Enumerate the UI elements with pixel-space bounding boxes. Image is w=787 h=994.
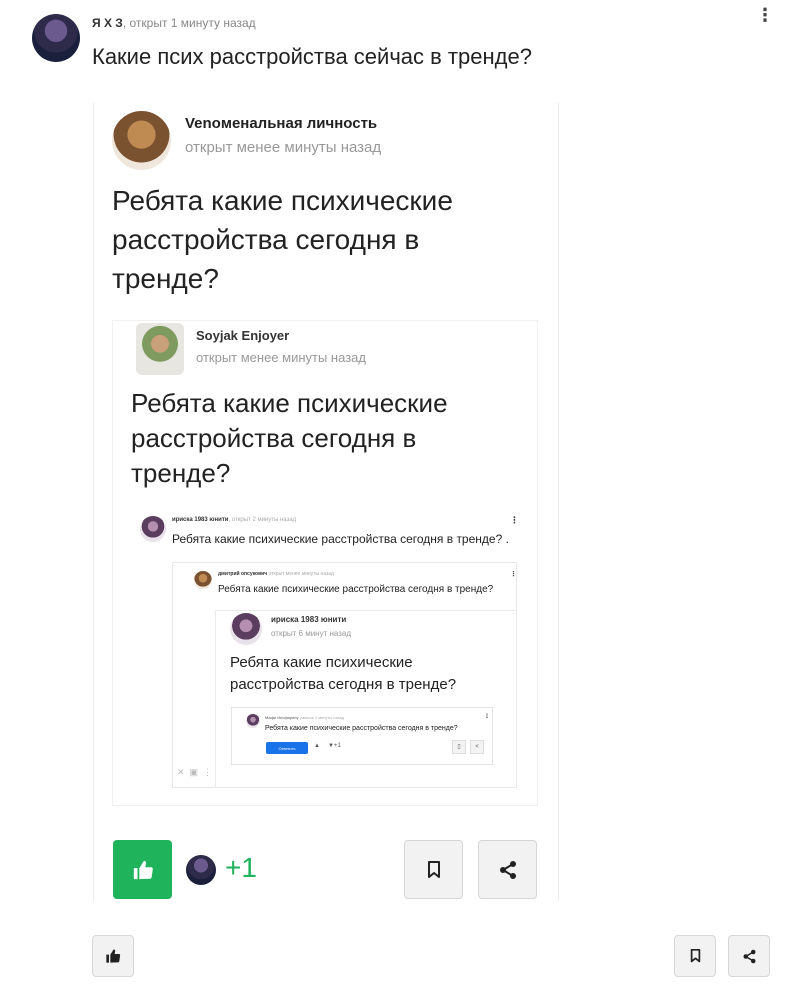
- embed6-title: Ребята какие психические расстройства се…: [265, 725, 458, 732]
- embed5-author: ириска 1983 юнити: [271, 615, 347, 624]
- embed4-title: Ребята какие психические расстройства се…: [218, 584, 494, 595]
- embed1-avatar: [112, 111, 171, 170]
- embed2-author: Soyjak Enjoyer: [196, 328, 290, 343]
- bookmark-button[interactable]: [674, 935, 716, 977]
- embed3-avatar: [140, 516, 166, 542]
- share-button[interactable]: [728, 935, 770, 977]
- embed6-avatar: [246, 714, 260, 728]
- bookmark-icon: [690, 949, 700, 963]
- embed5-title: Ребята какие психические расстройства се…: [230, 654, 457, 693]
- embed2-avatar: [136, 323, 184, 375]
- share-icon: [499, 860, 516, 879]
- thumbs-up-icon: [133, 860, 153, 879]
- embed6-more-icon: ⋮: [484, 713, 490, 720]
- embed3-author: ириска 1983 юнити: [172, 517, 229, 523]
- embed6-likes: ▼+1: [328, 743, 341, 749]
- embed3-more-icon: ⋮: [510, 516, 519, 526]
- bookmark-icon: [427, 860, 440, 878]
- embed6-time: раньше 1 минуты назад: [299, 715, 345, 720]
- post-meta-line: Я Х З, открыт 1 минуту назад: [92, 16, 256, 30]
- embed4-meta-line: дмитрий опсукович открыт менее минуты на…: [218, 571, 334, 577]
- embed2-time: открыт менее минуты назад: [196, 350, 366, 365]
- thumbs-up-icon: [106, 949, 121, 963]
- embed6-reply-label: Ответить: [278, 745, 296, 751]
- share-icon: [743, 949, 755, 963]
- author-avatar[interactable]: [32, 14, 80, 62]
- embed1-like-button: [113, 840, 172, 899]
- embed1-time: открыт менее минуты назад: [185, 139, 382, 156]
- embed6-meta-line: Мафи Инсфирелу раньше 1 минуты назад: [265, 715, 344, 720]
- embed1-liker-avatar: [186, 855, 216, 885]
- embed1-likes-count: +1: [225, 852, 257, 883]
- embed6-bookmark-icon: ▯: [452, 740, 466, 754]
- embed4-vote-icons: ✕ ▣ ⋮: [177, 767, 213, 777]
- post-time: , открыт 1 минуту назад: [122, 16, 256, 30]
- embed6-reply-button: Ответить: [266, 742, 308, 754]
- embed1-share-button: [478, 840, 537, 899]
- embed1-title: Ребята какие психические расстройства се…: [112, 185, 453, 294]
- embed3-title: Ребята какие психические расстройства се…: [172, 532, 509, 546]
- embed4-author: дмитрий опсукович: [218, 571, 268, 577]
- embed6-author: Мафи Инсфирелу: [265, 715, 299, 720]
- embed6-share-icon: <: [470, 740, 484, 754]
- embed1-bookmark-button: [404, 840, 463, 899]
- embed5-avatar: [230, 613, 262, 645]
- like-button[interactable]: [92, 935, 134, 977]
- author-name[interactable]: Я Х З: [92, 16, 123, 30]
- more-options-icon[interactable]: ⋮: [756, 7, 774, 25]
- post-title: Какие псих расстройства сейчас в тренде?: [92, 44, 532, 69]
- embed4-time: открыт менее минуты назад: [268, 571, 334, 577]
- embed4-avatar: [194, 571, 212, 589]
- embed3-meta-line: ириска 1983 юнити, открыт 2 минуты назад: [172, 517, 296, 523]
- embed3-time: , открыт 2 минуты назад: [228, 517, 297, 523]
- embed4-more-icon: ⋮: [510, 570, 517, 578]
- embed6-likes-count: +1: [333, 743, 341, 749]
- embed2-title: Ребята какие психические расстройства се…: [131, 388, 448, 488]
- embed5-time: открыт 6 минут назад: [271, 629, 352, 638]
- embed6-like-icon: ▲: [314, 743, 320, 749]
- embed1-author: Venoменальная личность: [185, 115, 378, 132]
